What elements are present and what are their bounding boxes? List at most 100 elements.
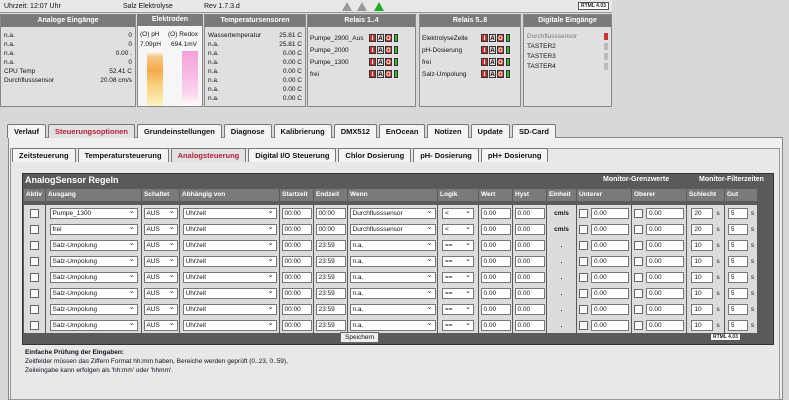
sensor-select[interactable]: n.a. [349,287,436,299]
logic-select[interactable]: == [442,255,474,267]
depends-select[interactable]: Uhrzeit [182,223,277,235]
output-select[interactable]: Salz-Umpolung [49,239,138,251]
good-time-input[interactable]: 5 [727,287,748,299]
switch-select[interactable]: AUS [143,319,178,331]
good-time-input[interactable]: 5 [727,319,748,331]
relay-a-button[interactable]: A [377,34,384,42]
lower-limit-input[interactable]: 0.00 [591,239,629,251]
tab-enocean[interactable]: EnOcean [378,124,426,138]
depends-select[interactable]: Uhrzeit [182,207,277,219]
hysteresis-input[interactable]: 0.00 [514,239,545,251]
switch-select[interactable]: AUS [143,303,178,315]
upper-limit-input[interactable]: 0.00 [646,223,684,235]
depends-select[interactable]: Uhrzeit [182,303,277,315]
relay-o-button[interactable]: O [497,46,504,54]
output-select[interactable]: Salz-Umpolung [49,303,138,315]
subtab-3[interactable]: Digital I/O Steuerung [248,148,337,162]
upper-limit-input[interactable]: 0.00 [646,303,684,315]
good-time-input[interactable]: 5 [727,239,748,251]
relay-a-button[interactable]: A [377,58,384,66]
start-time-input[interactable]: 00:00 [281,271,312,283]
upper-limit-input[interactable]: 0.00 [646,319,684,331]
depends-select[interactable]: Uhrzeit [182,255,277,267]
logic-select[interactable]: == [442,271,474,283]
upper-limit-checkbox[interactable] [634,288,643,298]
tab-dmx512[interactable]: DMX512 [333,124,377,138]
lower-limit-checkbox[interactable] [579,240,588,250]
relay-o-button[interactable]: O [385,70,392,78]
end-time-input[interactable]: 00:00 [315,207,346,219]
subtab-6[interactable]: pH+ Dosierung [480,148,549,162]
output-select[interactable]: Salz-Umpolung [49,255,138,267]
output-select[interactable]: Salz-Umpolung [49,319,138,331]
active-checkbox[interactable] [30,208,39,218]
sensor-select[interactable]: Durchflusssensor [349,207,436,219]
relay-a-button[interactable]: A [489,58,496,66]
sensor-select[interactable]: n.a. [349,303,436,315]
start-time-input[interactable]: 00:00 [281,239,312,251]
start-time-input[interactable]: 00:00 [281,287,312,299]
active-checkbox[interactable] [30,288,39,298]
output-select[interactable]: Salz-Umpolung [49,287,138,299]
end-time-input[interactable]: 23:59 [315,319,346,331]
good-time-input[interactable]: 5 [727,223,748,235]
relay-i-button[interactable]: I [481,34,488,42]
subtab-1[interactable]: Temperatursteuerung [77,148,169,162]
upper-limit-input[interactable]: 0.00 [646,207,684,219]
upper-limit-input[interactable]: 0.00 [646,287,684,299]
lower-limit-checkbox[interactable] [579,256,588,266]
logic-select[interactable]: == [442,287,474,299]
bad-time-input[interactable]: 10 [691,287,714,299]
start-time-input[interactable]: 00:00 [281,319,312,331]
upper-limit-input[interactable]: 0.00 [646,255,684,267]
output-select[interactable]: Salz-Umpolung [49,271,138,283]
relay-a-button[interactable]: A [489,46,496,54]
upper-limit-checkbox[interactable] [634,240,643,250]
lower-limit-input[interactable]: 0.00 [591,287,629,299]
subtab-4[interactable]: Chlor Dosierung [338,148,412,162]
relay-i-button[interactable]: I [481,58,488,66]
switch-select[interactable]: AUS [143,223,178,235]
value-input[interactable]: 0.00 [480,255,511,267]
bad-time-input[interactable]: 20 [691,207,714,219]
depends-select[interactable]: Uhrzeit [182,271,277,283]
hysteresis-input[interactable]: 0.00 [514,319,545,331]
value-input[interactable]: 0.00 [480,319,511,331]
relay-a-button[interactable]: A [489,34,496,42]
bad-time-input[interactable]: 10 [691,303,714,315]
good-time-input[interactable]: 5 [727,255,748,267]
lower-limit-checkbox[interactable] [579,272,588,282]
lower-limit-checkbox[interactable] [579,288,588,298]
tab-sd-card[interactable]: SD-Card [511,124,556,138]
relay-a-button[interactable]: A [377,70,384,78]
lower-limit-input[interactable]: 0.00 [591,271,629,283]
hysteresis-input[interactable]: 0.00 [514,223,545,235]
start-time-input[interactable]: 00:00 [281,207,312,219]
logic-select[interactable]: == [442,303,474,315]
good-time-input[interactable]: 5 [727,271,748,283]
relay-o-button[interactable]: O [497,58,504,66]
relay-i-button[interactable]: I [369,46,376,54]
end-time-input[interactable]: 23:59 [315,303,346,315]
upper-limit-input[interactable]: 0.00 [646,239,684,251]
switch-select[interactable]: AUS [143,207,178,219]
hysteresis-input[interactable]: 0.00 [514,207,545,219]
bad-time-input[interactable]: 10 [691,271,714,283]
upper-limit-input[interactable]: 0.00 [646,271,684,283]
active-checkbox[interactable] [30,272,39,282]
end-time-input[interactable]: 00:00 [315,223,346,235]
hysteresis-input[interactable]: 0.00 [514,255,545,267]
end-time-input[interactable]: 23:59 [315,239,346,251]
sensor-select[interactable]: Durchflusssensor [349,223,436,235]
tab-verlauf[interactable]: Verlauf [7,124,47,138]
value-input[interactable]: 0.00 [480,207,511,219]
lower-limit-checkbox[interactable] [579,224,588,234]
lower-limit-checkbox[interactable] [579,208,588,218]
depends-select[interactable]: Uhrzeit [182,239,277,251]
output-select[interactable]: Pumpe_1300 [49,207,138,219]
relay-a-button[interactable]: A [377,46,384,54]
save-button[interactable]: Speichern [340,332,380,343]
hysteresis-input[interactable]: 0.00 [514,271,545,283]
upper-limit-checkbox[interactable] [634,304,643,314]
logic-select[interactable]: == [442,319,474,331]
